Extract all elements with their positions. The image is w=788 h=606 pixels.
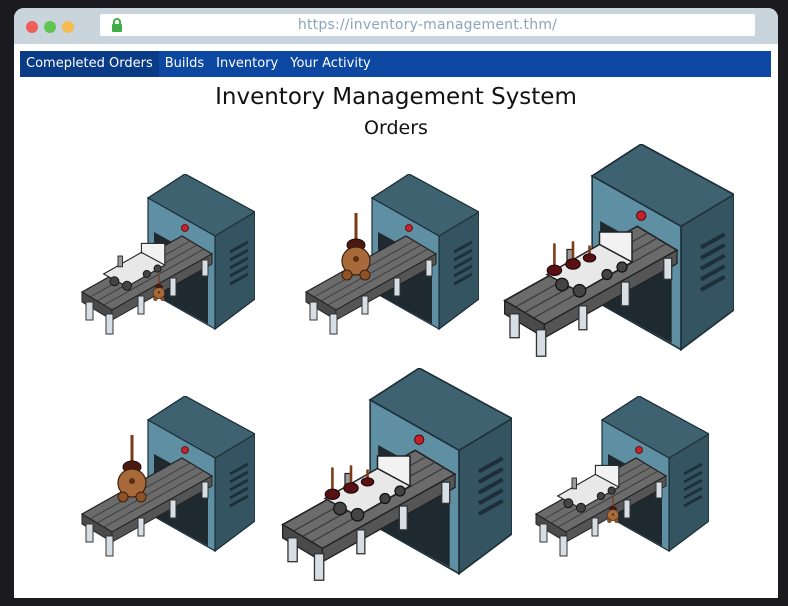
maximize-window-icon[interactable]	[44, 21, 56, 33]
minimize-window-icon[interactable]	[62, 21, 74, 33]
order-image-train-teddy-2[interactable]	[534, 396, 712, 566]
nav-item-builds[interactable]: Builds	[159, 51, 210, 77]
browser-window: https://inventory-management.thm/ Comepl…	[14, 8, 778, 598]
browser-chrome: https://inventory-management.thm/	[14, 8, 778, 44]
page-subtitle: Orders	[364, 117, 428, 139]
top-nav: Comepleted Orders Builds Inventory Your …	[20, 51, 771, 77]
close-window-icon[interactable]	[26, 21, 38, 33]
order-image-train-plungers[interactable]	[502, 144, 736, 370]
order-image-teddy[interactable]	[304, 174, 482, 344]
nav-item-your-activity[interactable]: Your Activity	[284, 51, 377, 77]
url-text: https://inventory-management.thm/	[297, 17, 558, 33]
nav-item-completed-orders[interactable]: Comepleted Orders	[20, 51, 159, 77]
order-image-teddy-2[interactable]	[80, 396, 258, 566]
page-title: Inventory Management System	[215, 84, 577, 110]
order-image-train-teddy[interactable]	[80, 174, 258, 344]
order-image-train-plungers-2[interactable]	[280, 368, 514, 594]
address-bar[interactable]: https://inventory-management.thm/	[100, 14, 755, 36]
nav-item-inventory[interactable]: Inventory	[210, 51, 284, 77]
